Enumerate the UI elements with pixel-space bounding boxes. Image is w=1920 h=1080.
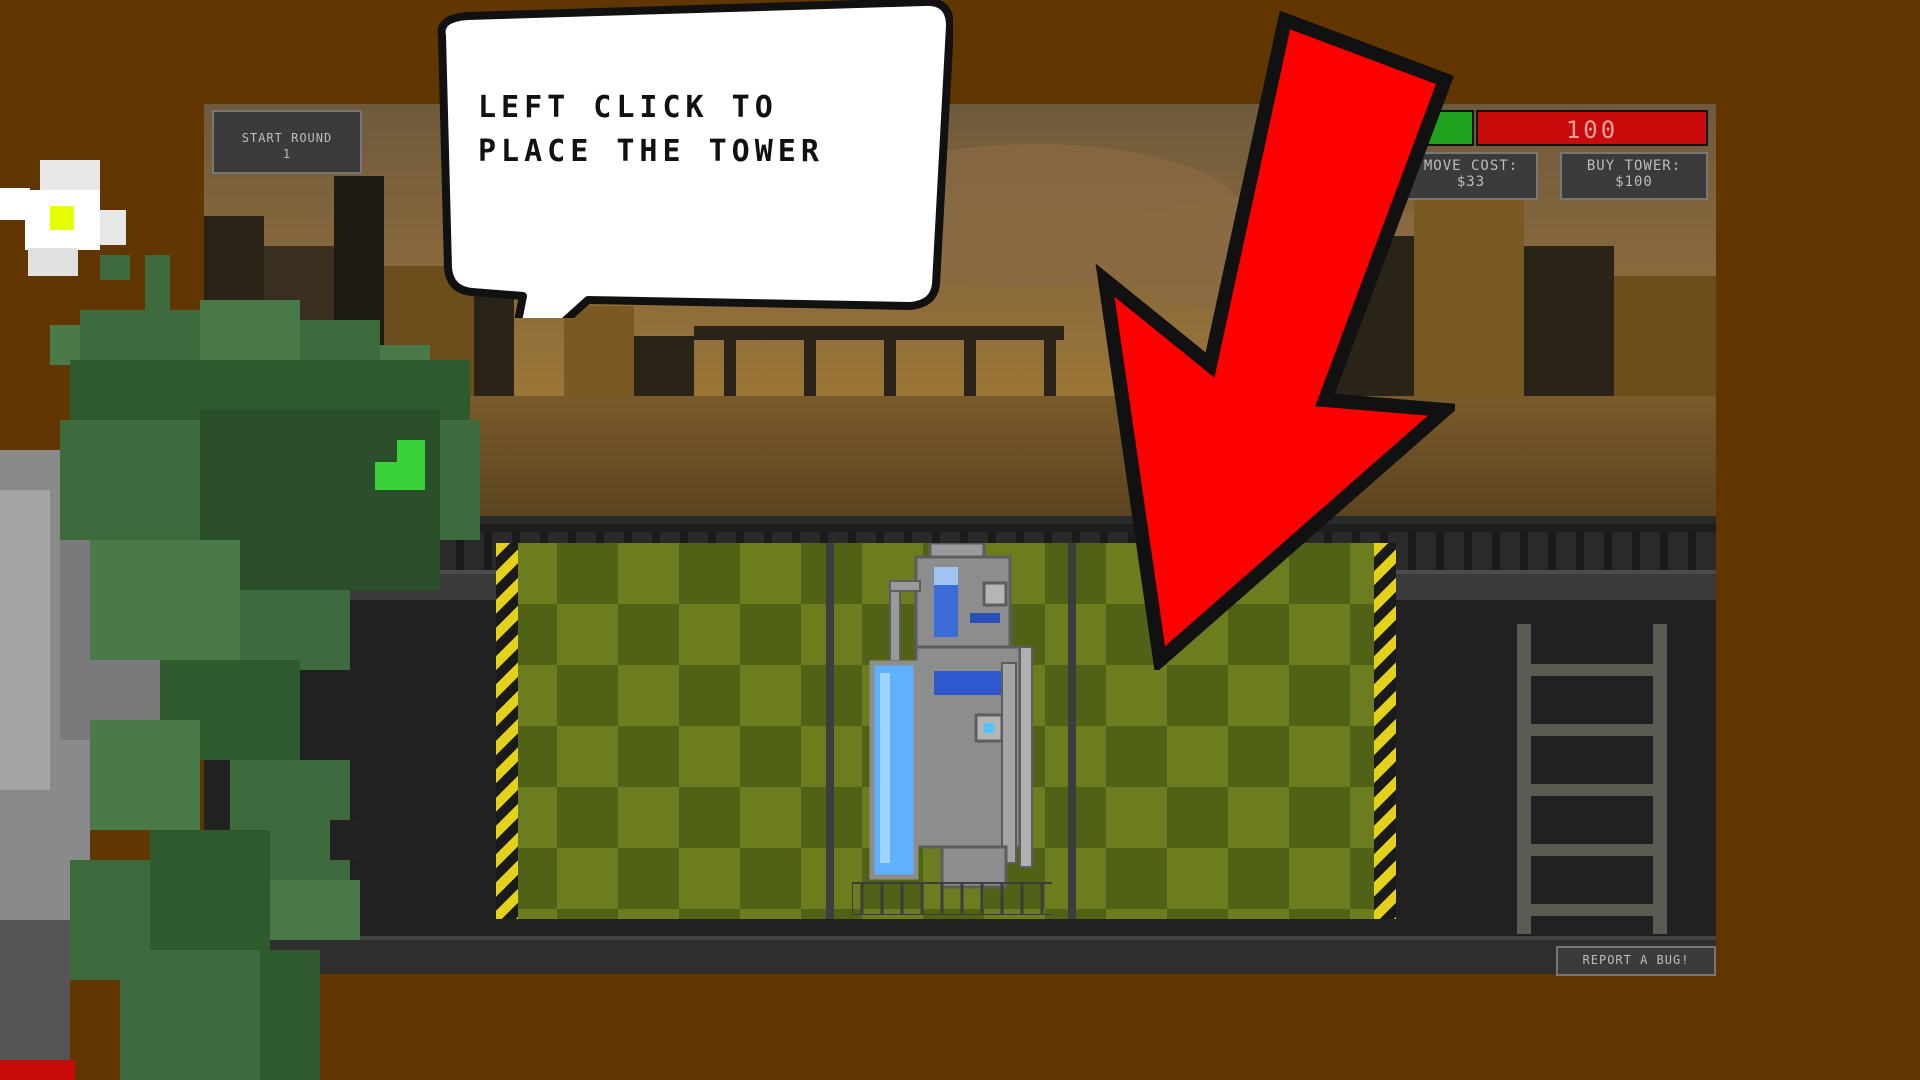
water-tower-icon bbox=[852, 543, 1052, 915]
tutorial-line-1: LEFT CLICK TO bbox=[478, 90, 778, 125]
ladder bbox=[1517, 624, 1667, 934]
buy-tower-label: BUY TOWER: bbox=[1586, 158, 1682, 174]
report-bug-button[interactable]: REPORT A BUG! bbox=[1556, 946, 1716, 976]
statue-of-liberty-icon bbox=[0, 255, 480, 1080]
bridge bbox=[694, 326, 1064, 340]
buy-tower-button[interactable]: BUY TOWER: $100 bbox=[1560, 152, 1708, 200]
tutorial-text: LEFT CLICK TO PLACE THE TOWER bbox=[478, 86, 898, 174]
buy-tower-value: $100 bbox=[1615, 174, 1653, 190]
health-bar: 100 bbox=[1476, 110, 1708, 146]
start-round-label: START ROUND bbox=[241, 131, 333, 145]
red-arrow-icon bbox=[1095, 10, 1455, 670]
tutorial-line-2: PLACE THE TOWER bbox=[478, 134, 824, 169]
hazard-stripe-left bbox=[496, 543, 518, 919]
tower-placement-slot[interactable] bbox=[826, 543, 1076, 919]
